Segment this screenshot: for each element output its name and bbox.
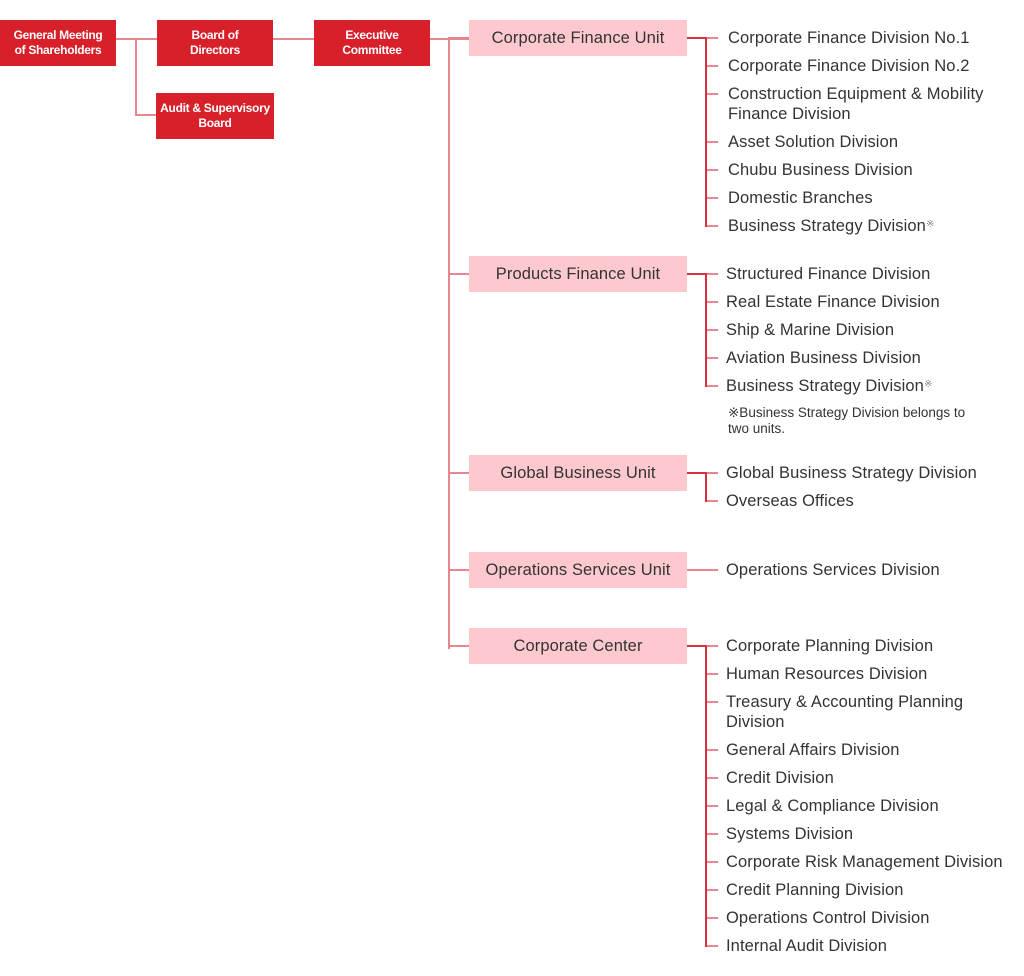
division-item: Construction Equipment & Mobility Financ… (728, 85, 984, 123)
division-item: Real Estate Finance Division (726, 293, 940, 311)
division-item: Corporate Finance Division No.1 (728, 29, 970, 47)
division-item: Systems Division (726, 825, 854, 843)
connector-division-tick (707, 65, 718, 67)
connector-division-tick (707, 329, 718, 331)
division-item: Operations Control Division (726, 909, 930, 927)
connector-audit-horizontal (135, 114, 156, 116)
division-item: Chubu Business Division (728, 161, 913, 179)
connector-division-tick (707, 500, 718, 502)
connector-division-tick (707, 93, 718, 95)
division-item: Credit Planning Division (726, 881, 904, 899)
division-item: Global Business Strategy Division (726, 464, 977, 482)
division-item: Human Resources Division (726, 665, 928, 683)
connector-division-tick (707, 141, 718, 143)
division-item: Domestic Branches (728, 189, 873, 207)
shareholders-box: General Meeting of Shareholders (0, 20, 116, 66)
connector-unit-divisions (687, 472, 707, 474)
division-item: Business Strategy Division※ (726, 377, 933, 395)
connector-division-tick (707, 833, 718, 835)
connector-division-tick (707, 749, 718, 751)
connector-division-tick (707, 701, 718, 703)
division-item: General Affairs Division (726, 741, 900, 759)
connector-division-tick (707, 777, 718, 779)
connector-unit-divisions (687, 273, 707, 275)
connector-division-tick (707, 225, 718, 227)
connector-division-tick (707, 197, 718, 199)
connector-unit-divisions (687, 645, 707, 647)
note-mark: ※ (925, 219, 935, 230)
division-item: Legal & Compliance Division (726, 797, 939, 815)
connector-audit-vertical (135, 38, 137, 116)
division-item: Ship & Marine Division (726, 321, 895, 339)
connector-division-tick (707, 357, 718, 359)
connector-division-tick (707, 673, 718, 675)
audit-box: Audit & Supervisory Board (156, 93, 274, 139)
division-item: Credit Division (726, 769, 834, 787)
board-box: Board of Directors (157, 20, 273, 66)
connector-unit-branch (448, 37, 469, 39)
division-item: Business Strategy Division※ (728, 217, 935, 235)
connector-division-tick (707, 472, 718, 474)
connector-division-tick (687, 569, 718, 571)
connector-division-tick (707, 385, 718, 387)
unit-box: Operations Services Unit (469, 552, 687, 588)
connector-unit-branch (448, 472, 469, 474)
division-item: Structured Finance Division (726, 265, 931, 283)
note-mark: ※ (923, 379, 933, 390)
unit-box: Products Finance Unit (469, 256, 687, 292)
connector-units-trunk (448, 38, 450, 649)
connector-division-tick (707, 861, 718, 863)
connector-unit-branch (448, 645, 469, 647)
connector-division-tick (707, 301, 718, 303)
connector-division-tick (707, 945, 718, 947)
connector-division-tick (707, 273, 718, 275)
connector-board-executive (273, 38, 314, 40)
connector-division-tick (707, 805, 718, 807)
connector-division-tick (707, 37, 718, 39)
connector-divisions-trunk (705, 472, 707, 502)
unit-box: Corporate Finance Unit (469, 20, 687, 56)
connector-divisions-trunk (705, 645, 707, 947)
connector-division-tick (707, 889, 718, 891)
connector-division-tick (707, 169, 718, 171)
division-item: Corporate Planning Division (726, 637, 934, 655)
division-item: Corporate Finance Division No.2 (728, 57, 970, 75)
unit-box: Corporate Center (469, 628, 687, 664)
division-item: Corporate Risk Management Division (726, 853, 1003, 871)
connector-division-tick (707, 645, 718, 647)
division-item: Operations Services Division (726, 561, 940, 579)
footnote: ※Business Strategy Division belongs to t… (728, 405, 966, 436)
division-item: Internal Audit Division (726, 937, 887, 955)
connector-unit-divisions (687, 37, 707, 39)
executive-box: Executive Committee (314, 20, 430, 66)
division-item: Overseas Offices (726, 492, 854, 510)
division-item: Treasury & Accounting Planning Division (726, 693, 964, 731)
division-item: Asset Solution Division (728, 133, 899, 151)
division-item: Aviation Business Division (726, 349, 921, 367)
unit-box: Global Business Unit (469, 455, 687, 491)
connector-unit-branch (448, 569, 469, 571)
connector-division-tick (707, 917, 718, 919)
connector-unit-branch (448, 273, 469, 275)
